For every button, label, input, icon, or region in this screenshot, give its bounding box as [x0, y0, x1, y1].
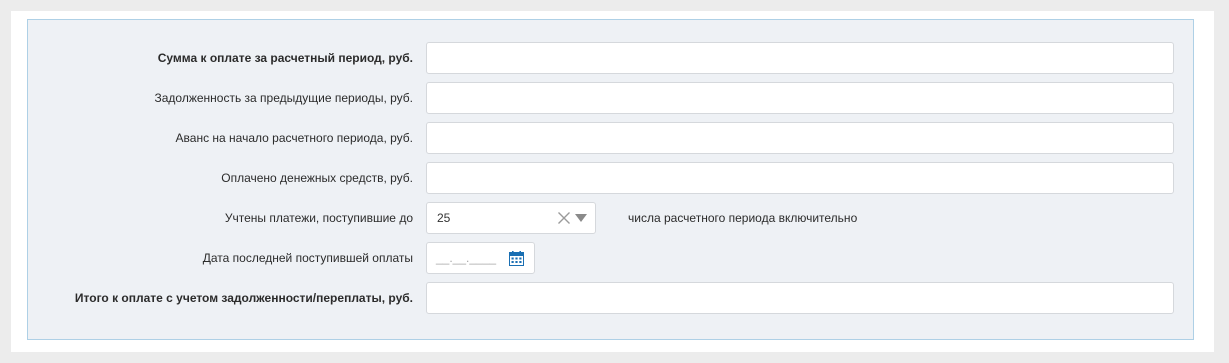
paid-input[interactable]: [426, 162, 1174, 194]
last-payment-date-label: Дата последней поступившей оплаты: [202, 251, 413, 265]
amount-due-input[interactable]: [426, 42, 1174, 74]
advance-row: Аванс на начало расчетного периода, руб.: [28, 122, 1193, 154]
paid-label: Оплачено денежных средств, руб.: [221, 171, 413, 185]
page-container: Сумма к оплате за расчетный период, руб.…: [11, 11, 1214, 352]
date-placeholder: __.__.____: [436, 251, 497, 265]
caret-down-icon[interactable]: [575, 214, 587, 222]
payments-until-row: Учтены платежи, поступившие до 25 числа …: [28, 202, 1193, 234]
calendar-icon[interactable]: [509, 251, 524, 266]
payments-until-select[interactable]: 25: [426, 202, 596, 234]
previous-debt-input[interactable]: [426, 82, 1174, 114]
total-label: Итого к оплате с учетом задолженности/пе…: [74, 291, 413, 305]
total-row: Итого к оплате с учетом задолженности/пе…: [28, 282, 1193, 314]
last-payment-date-input[interactable]: __.__.____: [426, 242, 535, 274]
advance-label: Аванс на начало расчетного периода, руб.: [175, 131, 413, 145]
payments-until-suffix: числа расчетного периода включительно: [628, 211, 858, 225]
paid-row: Оплачено денежных средств, руб.: [28, 162, 1193, 194]
advance-input[interactable]: [426, 122, 1174, 154]
clear-x-icon[interactable]: [557, 211, 571, 225]
previous-debt-label: Задолженность за предыдущие периоды, руб…: [154, 91, 414, 105]
total-input[interactable]: [426, 282, 1174, 314]
amount-due-label: Сумма к оплате за расчетный период, руб.: [157, 51, 413, 65]
payments-until-value: 25: [437, 211, 451, 225]
last-payment-date-row: Дата последней поступившей оплаты __.__.…: [28, 242, 1193, 274]
form-panel: Сумма к оплате за расчетный период, руб.…: [27, 19, 1194, 340]
previous-debt-row: Задолженность за предыдущие периоды, руб…: [28, 82, 1193, 114]
payments-until-label: Учтены платежи, поступившие до: [224, 211, 413, 225]
amount-due-row: Сумма к оплате за расчетный период, руб.: [28, 42, 1193, 74]
